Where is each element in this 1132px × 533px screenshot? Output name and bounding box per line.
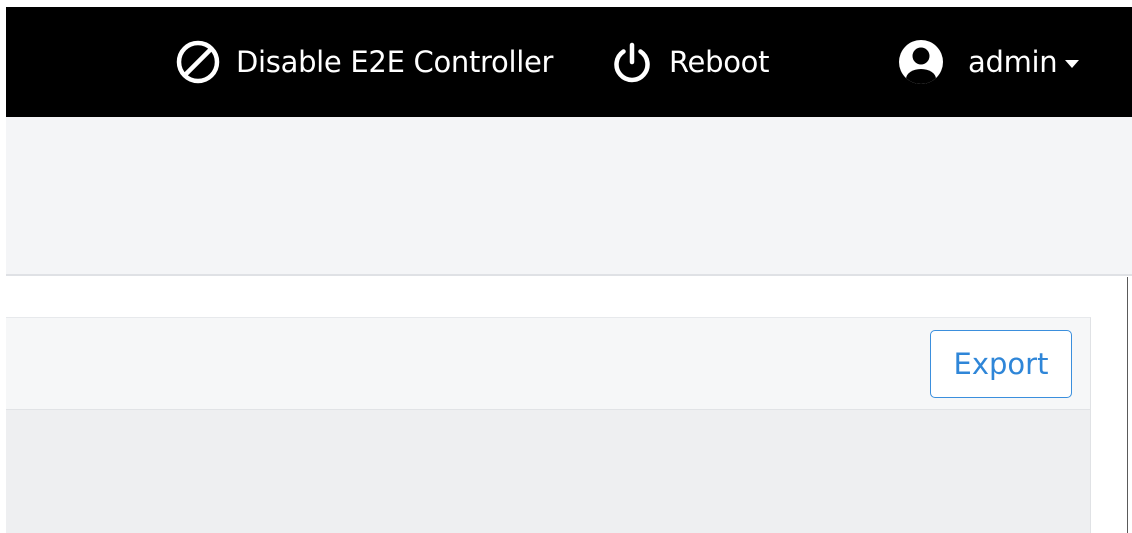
reboot-button[interactable]: Reboot xyxy=(611,7,769,117)
scroll-divider xyxy=(1127,277,1128,533)
ban-icon xyxy=(175,39,221,85)
panel-toolbar: Export xyxy=(6,318,1090,410)
user-name-label: admin xyxy=(968,45,1058,79)
page-header xyxy=(6,117,1132,276)
content-panel: Export xyxy=(6,317,1091,533)
power-icon xyxy=(611,41,653,83)
reboot-label: Reboot xyxy=(669,45,770,79)
top-navbar: Disable E2E Controller Reboot admin xyxy=(6,7,1132,117)
disable-e2e-controller-label: Disable E2E Controller xyxy=(236,45,554,79)
disable-e2e-controller-button[interactable]: Disable E2E Controller xyxy=(175,7,553,117)
caret-down-icon xyxy=(1065,60,1080,68)
export-button[interactable]: Export xyxy=(930,330,1072,398)
user-circle-icon xyxy=(898,39,944,85)
user-menu-toggle[interactable]: admin xyxy=(898,7,1080,117)
